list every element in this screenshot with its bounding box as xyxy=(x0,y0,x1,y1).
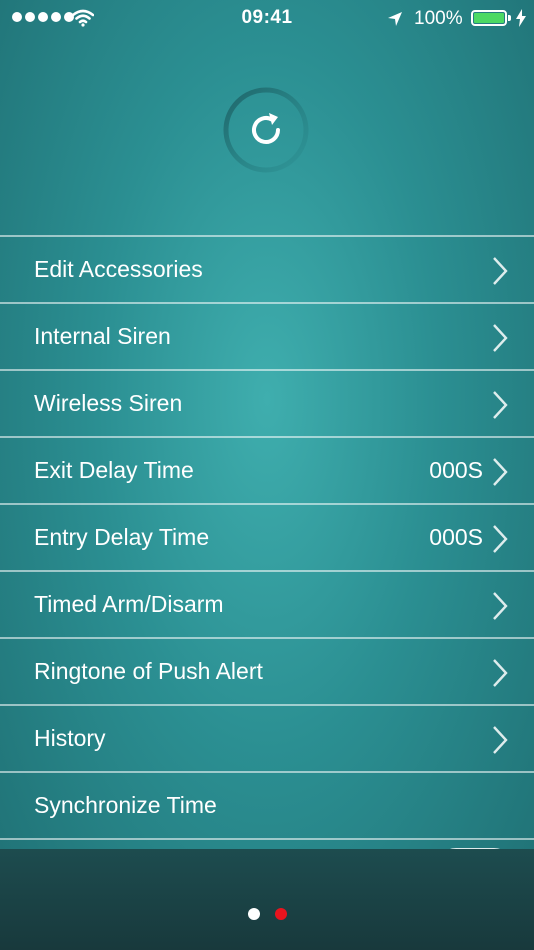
settings-row-history[interactable]: History xyxy=(0,706,534,773)
refresh-icon xyxy=(252,113,280,144)
chevron-right-icon xyxy=(493,391,508,419)
chevron-right-icon xyxy=(493,458,508,486)
settings-row-synchronize-time[interactable]: Synchronize Time xyxy=(0,773,534,840)
chevron-right-icon xyxy=(493,726,508,754)
battery-tip xyxy=(508,15,511,21)
settings-row-internal-siren[interactable]: Internal Siren xyxy=(0,304,534,371)
settings-row-exit-delay-time[interactable]: Exit Delay Time 000S xyxy=(0,438,534,505)
row-value: 000S xyxy=(429,524,483,550)
battery-percent: 100% xyxy=(414,8,463,29)
row-label: Edit Accessories xyxy=(34,256,203,282)
settings-row-ringtone-push-alert[interactable]: Ringtone of Push Alert xyxy=(0,639,534,706)
charging-bolt-icon xyxy=(516,9,526,27)
page-dot-1[interactable] xyxy=(247,908,260,920)
location-arrow-icon xyxy=(388,12,402,26)
refresh-button[interactable] xyxy=(222,86,310,174)
page-dot-2[interactable] xyxy=(274,908,287,920)
row-label: Entry Delay Time xyxy=(34,524,210,550)
settings-row-wireless-siren[interactable]: Wireless Siren xyxy=(0,371,534,438)
row-value: 000S xyxy=(429,457,483,483)
settings-list: Edit Accessories Internal Siren Wireless… xyxy=(0,235,534,851)
row-label: Wireless Siren xyxy=(34,390,183,416)
chevron-right-icon xyxy=(493,257,508,285)
chevron-right-icon xyxy=(493,525,508,553)
row-label: Internal Siren xyxy=(34,323,171,349)
bottom-bar xyxy=(0,849,534,950)
row-label: Synchronize Time xyxy=(34,792,217,818)
settings-row-entry-delay-time[interactable]: Entry Delay Time 000S xyxy=(0,505,534,572)
row-label: Exit Delay Time xyxy=(34,457,194,483)
battery-level xyxy=(474,13,504,23)
page-control[interactable] xyxy=(0,908,534,920)
settings-row-timed-arm-disarm[interactable]: Timed Arm/Disarm xyxy=(0,572,534,639)
row-label: Timed Arm/Disarm xyxy=(34,591,224,617)
settings-row-edit-accessories[interactable]: Edit Accessories xyxy=(0,237,534,304)
row-label: History xyxy=(34,725,106,751)
chevron-right-icon xyxy=(493,659,508,687)
status-bar: 09:41 100% xyxy=(0,0,534,40)
battery-icon xyxy=(471,10,507,26)
chevron-right-icon xyxy=(493,324,508,352)
row-label: Ringtone of Push Alert xyxy=(34,658,263,684)
chevron-right-icon xyxy=(493,592,508,620)
